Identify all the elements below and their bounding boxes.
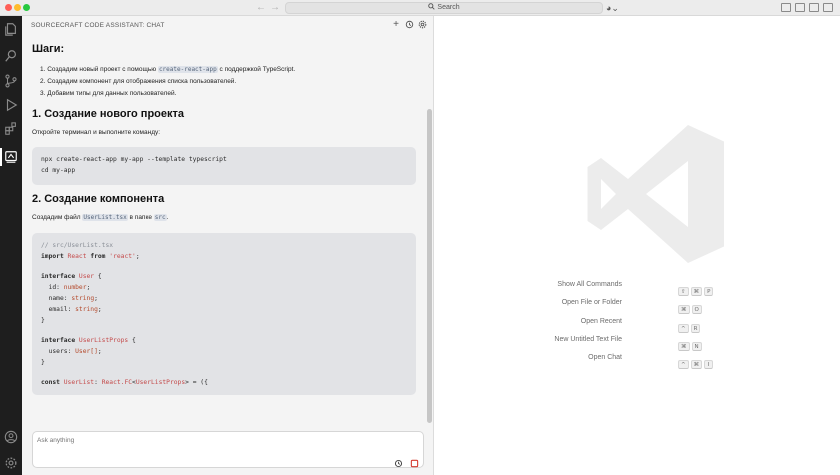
section-text: Создадим файл UserList.tsx в папке src. bbox=[32, 214, 169, 221]
step-item: 2. Создадим компонент для отображения сп… bbox=[40, 78, 237, 85]
code-block-terminal[interactable]: npx create-react-app my-app --template t… bbox=[32, 147, 416, 185]
history-icon[interactable] bbox=[404, 20, 414, 30]
activity-bar bbox=[0, 16, 22, 475]
code-line: name: string; bbox=[48, 295, 98, 302]
chat-input-box[interactable] bbox=[32, 431, 424, 468]
model-selector-icon[interactable] bbox=[394, 455, 403, 468]
section-title: 2. Создание компонента bbox=[32, 193, 165, 205]
steps-heading: Шаги: bbox=[32, 43, 65, 55]
close-window-button[interactable] bbox=[5, 4, 12, 11]
inline-code: UserList.tsx bbox=[82, 214, 128, 221]
step-item: 1. Создадим новый проект с помощью creat… bbox=[40, 66, 296, 73]
shortcut-keys: ^ ⌘ I bbox=[678, 353, 715, 369]
code-line: npx create-react-app my-app --template t… bbox=[41, 156, 227, 163]
search-icon[interactable] bbox=[4, 49, 18, 63]
search-icon bbox=[428, 3, 436, 10]
shortcut-keys: ⇧ ⌘ P bbox=[678, 280, 715, 296]
copilot-account-icon[interactable]: ◕⌄ bbox=[606, 2, 619, 14]
manage-gear-icon[interactable] bbox=[4, 456, 18, 470]
command-center-search[interactable]: Search bbox=[285, 2, 603, 14]
step-item: 3. Добавим типы для данных пользователей… bbox=[40, 90, 177, 97]
title-bar: ← → Search ◕⌄ bbox=[0, 0, 840, 16]
stop-icon[interactable] bbox=[410, 455, 419, 468]
maximize-window-button[interactable] bbox=[23, 4, 30, 11]
toggle-secondary-sidebar-icon[interactable] bbox=[809, 3, 819, 12]
source-control-icon[interactable] bbox=[4, 74, 18, 88]
customize-layout-icon[interactable] bbox=[823, 3, 833, 12]
shortcut-keys: ⌘ N bbox=[678, 335, 704, 351]
accounts-icon[interactable] bbox=[4, 430, 18, 444]
code-line: // src/UserList.tsx bbox=[41, 242, 114, 249]
plus-icon[interactable]: + bbox=[391, 20, 401, 30]
gear-icon[interactable] bbox=[417, 20, 427, 30]
inline-code: create-react-app bbox=[157, 66, 218, 73]
code-block-component[interactable]: // src/UserList.tsx import React from 'r… bbox=[32, 233, 416, 395]
shortcut-keys: ^ R bbox=[678, 317, 702, 333]
active-indicator bbox=[0, 148, 2, 166]
minimize-window-button[interactable] bbox=[14, 4, 21, 11]
section-title: 1. Создание нового проекта bbox=[32, 108, 185, 120]
code-line: const UserList: React.FC<UserListProps> … bbox=[41, 379, 208, 386]
code-line: users: User[]; bbox=[48, 348, 102, 355]
back-arrow-icon[interactable]: ← bbox=[256, 2, 266, 14]
toggle-panel-icon[interactable] bbox=[795, 3, 805, 12]
vscode-logo-icon bbox=[587, 125, 724, 263]
chat-panel-title: SOURCECRAFT CODE ASSISTANT: CHAT bbox=[31, 22, 165, 29]
code-line: } bbox=[41, 359, 45, 366]
run-debug-icon[interactable] bbox=[4, 98, 18, 112]
inline-code: src bbox=[153, 214, 167, 221]
toggle-sidebar-icon[interactable] bbox=[781, 3, 791, 12]
code-line: interface User { bbox=[41, 273, 102, 280]
chat-scrollbar[interactable] bbox=[427, 109, 432, 423]
code-line: email: string; bbox=[48, 306, 102, 313]
code-line: import React from 'react'; bbox=[41, 253, 140, 260]
assistant-chat-icon[interactable] bbox=[4, 150, 18, 164]
code-line: cd my-app bbox=[41, 167, 76, 174]
code-line: } bbox=[41, 317, 45, 324]
chat-input[interactable] bbox=[37, 437, 337, 444]
shortcut-keys: ⌘ O bbox=[678, 298, 704, 314]
section-text: Откройте терминал и выполните команду: bbox=[32, 129, 161, 136]
forward-arrow-icon[interactable]: → bbox=[270, 2, 280, 14]
editor-empty-area: Show All Commands ⇧ ⌘ P Open File or Folde… bbox=[434, 16, 840, 475]
search-label: Search bbox=[437, 4, 460, 11]
code-line: interface UserListProps { bbox=[41, 337, 136, 344]
code-line: id: number; bbox=[48, 284, 91, 291]
explorer-icon[interactable] bbox=[4, 22, 18, 36]
extensions-icon[interactable] bbox=[4, 122, 18, 136]
assistant-chat-panel: SOURCECRAFT CODE ASSISTANT: CHAT + Шаги:… bbox=[22, 16, 434, 475]
